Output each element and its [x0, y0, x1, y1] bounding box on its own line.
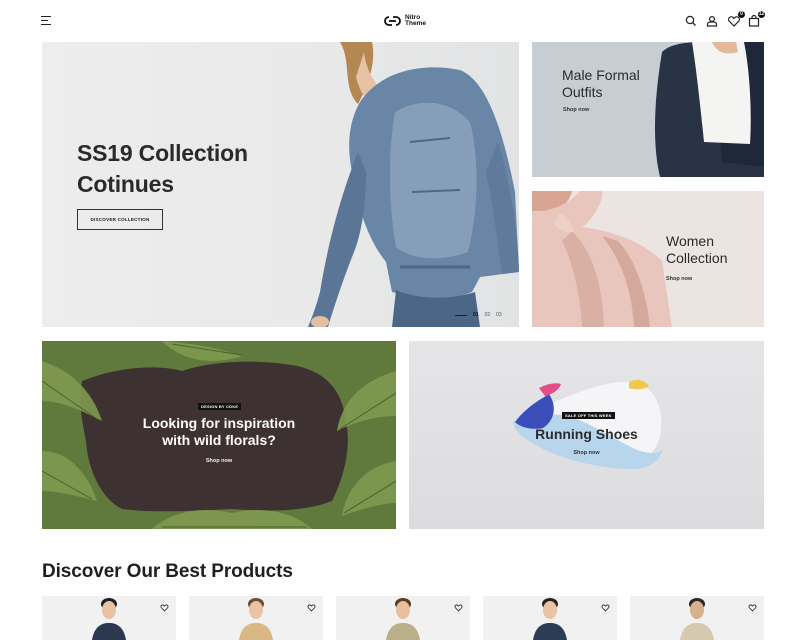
cart-button[interactable]: 12	[747, 11, 765, 28]
banner-running-shoes[interactable]: SALE OFF THIS WEEK Running Shoes Shop no…	[409, 341, 764, 529]
women-shop-now-link[interactable]: Shop now	[666, 276, 692, 282]
product-card-5[interactable]	[630, 596, 764, 640]
slider-pagination: 01 02 03	[455, 312, 502, 318]
product-image	[533, 598, 567, 640]
product-image	[680, 598, 714, 640]
product-card-3[interactable]	[336, 596, 470, 640]
site-header: Nitro Theme 0 12	[0, 0, 806, 42]
discover-collection-button[interactable]: DISCOVER COLLECTION	[77, 209, 163, 230]
running-shoe-image	[513, 379, 663, 470]
wishlist-count-badge: 0	[738, 11, 745, 18]
sale-off-tag: SALE OFF THIS WEEK	[562, 412, 615, 419]
male-model-image	[655, 42, 764, 177]
product-image	[239, 598, 273, 640]
slide-dot-3[interactable]: 03	[496, 312, 502, 318]
search-icon[interactable]	[684, 14, 698, 28]
hero-title: SS19 Collection Cotinues	[77, 140, 248, 197]
logo-mark-icon	[384, 16, 401, 26]
florals-shop-now-link[interactable]: Shop now	[42, 458, 396, 464]
hero-slider[interactable]: SS19 Collection Cotinues DISCOVER COLLEC…	[42, 42, 519, 327]
product-image	[386, 598, 420, 640]
product-card-2[interactable]	[189, 596, 323, 640]
male-banner-title: Male Formal Outfits	[562, 67, 640, 100]
hamburger-icon[interactable]	[41, 16, 51, 25]
banner-male-formal[interactable]: Male Formal Outfits Shop now	[532, 42, 764, 177]
wishlist-heart-icon[interactable]	[748, 603, 757, 612]
user-icon[interactable]	[705, 14, 719, 28]
pagination-line	[455, 314, 467, 316]
site-logo[interactable]: Nitro Theme	[383, 12, 426, 30]
male-shop-now-link[interactable]: Shop now	[563, 107, 589, 113]
design-by-tag: DESIGN BY CDKE	[198, 403, 242, 410]
product-card-1[interactable]	[42, 596, 176, 640]
slide-dot-2[interactable]: 02	[485, 312, 491, 318]
wishlist-heart-icon[interactable]	[454, 603, 463, 612]
slide-dot-1[interactable]: 01	[473, 312, 479, 318]
women-banner-title: Women Collection	[666, 233, 728, 266]
banner-wild-florals[interactable]: DESIGN BY CDKE Looking for inspiration w…	[42, 341, 396, 529]
hero-model-image	[308, 42, 519, 327]
women-model-image	[532, 191, 672, 327]
wishlist-heart-icon[interactable]	[307, 603, 316, 612]
wishlist-heart-icon[interactable]	[601, 603, 610, 612]
banner-women-collection[interactable]: Women Collection Shop now	[532, 191, 764, 327]
cart-count-badge: 12	[758, 11, 765, 18]
logo-text: Nitro Theme	[405, 13, 426, 27]
section-title: Discover Our Best Products	[42, 561, 293, 582]
florals-banner-title: Looking for inspiration with wild floral…	[142, 415, 296, 448]
shoes-banner-title: Running Shoes	[535, 426, 638, 442]
wishlist-button[interactable]: 0	[727, 11, 745, 28]
wishlist-heart-icon[interactable]	[160, 603, 169, 612]
product-image	[92, 598, 126, 640]
product-card-4[interactable]	[483, 596, 617, 640]
shoes-shop-now-link[interactable]: Shop now	[409, 450, 764, 456]
